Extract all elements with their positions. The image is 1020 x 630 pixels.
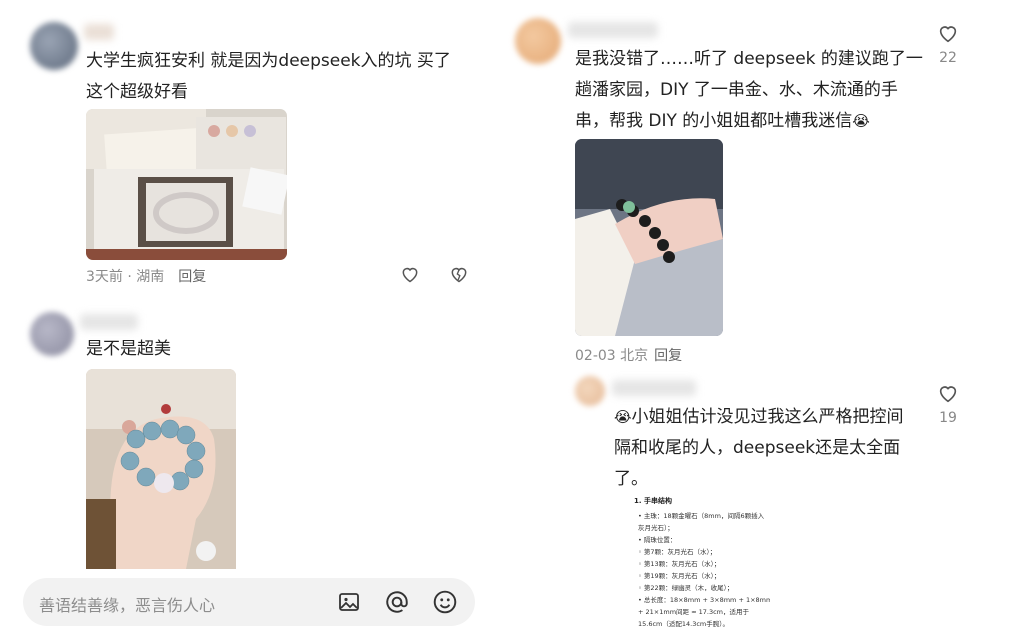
doc-line: 15.6cm（适配14.3cm手腕）。 — [638, 620, 730, 628]
comment-text: 😭小姐姐估计没见过我这么严格把控间 隔和收尾的人，deepseek还是太全面 了… — [614, 402, 904, 495]
username-blurred[interactable] — [568, 22, 658, 38]
blue-bracelet-hand-photo — [86, 369, 236, 569]
comment-photo[interactable] — [86, 369, 236, 569]
doc-line: ◦ 第13颗：灰月光石（水）； — [638, 560, 721, 568]
comment-text: 是不是超美 — [86, 334, 171, 365]
comment-document-image[interactable]: 1. 手串结构 • 主珠：18颗金曜石（8mm，间隔6颗插入 灰月光石）； • … — [610, 488, 770, 630]
username-blurred[interactable] — [84, 24, 114, 40]
avatar[interactable] — [515, 18, 561, 64]
like-widget[interactable]: 22 — [928, 22, 968, 66]
comment-text-line: 大学生疯狂安利 就是因为deepseek入的坑 买了 — [86, 51, 451, 71]
emoji-icon[interactable] — [432, 589, 458, 619]
comment-text-line: 隔和收尾的人，deepseek还是太全面 — [614, 438, 901, 458]
comment-text: 是我没错了……听了 deepseek 的建议跑了一 趟潘家园，DIY 了一串金、… — [575, 44, 923, 137]
doc-line: + 21×1mm间距 ≈ 17.3cm，适用于 — [638, 608, 749, 616]
comment-text-line: 趟潘家园，DIY 了一串金、水、木流通的手 — [575, 80, 898, 100]
avatar[interactable] — [575, 376, 605, 406]
heart-icon[interactable] — [936, 382, 960, 404]
avatar[interactable] — [30, 312, 74, 356]
comment-text-line: 小姐姐估计没见过我这么严格把控间 — [631, 407, 904, 427]
comment-input-bar[interactable]: 善语结善缘，恶言伤人心 — [23, 578, 475, 626]
username-blurred[interactable] — [612, 380, 696, 396]
comment-time-location: 02-03 北京 — [575, 348, 649, 364]
like-count: 19 — [939, 410, 957, 426]
comment-text-line: 串，帮我 DIY 的小姐姐都吐槽我迷信 — [575, 111, 853, 131]
doc-line: ◦ 第22颗：绿幽灵（木，收尾）； — [638, 584, 734, 592]
username-blurred[interactable] — [80, 314, 138, 330]
comment-photo[interactable] — [575, 139, 723, 336]
bracelet-gift-box-photo — [86, 109, 287, 260]
black-bracelet-wrist-photo — [575, 139, 723, 336]
comment-photo[interactable] — [86, 109, 287, 260]
like-widget[interactable]: 19 — [928, 382, 968, 426]
doc-title: 1. 手串结构 — [634, 497, 672, 505]
doc-line: ◦ 第7颗：灰月光石（水）； — [638, 548, 717, 556]
comment-text-line: 这个超级好看 — [86, 82, 188, 102]
reply-button[interactable]: 回复 — [178, 269, 206, 285]
heart-icon[interactable] — [936, 22, 960, 44]
crying-face-emoji: 😭 — [852, 112, 870, 130]
crying-face-emoji: 😭 — [614, 408, 632, 426]
doc-line: 灰月光石）； — [638, 524, 674, 532]
comment-input-placeholder[interactable]: 善语结善缘，恶言伤人心 — [39, 592, 215, 616]
at-icon[interactable] — [384, 589, 410, 619]
heart-icon[interactable] — [400, 264, 420, 288]
doc-line: • 隔珠位置： — [638, 536, 677, 544]
comment-text: 大学生疯狂安利 就是因为deepseek入的坑 买了 这个超级好看 — [86, 46, 451, 108]
comment-text-line: 是不是超美 — [86, 339, 171, 359]
image-icon[interactable] — [337, 590, 361, 618]
comment-meta: 3天前 · 湖南 回复 — [86, 266, 206, 286]
doc-line: • 总长度：18×8mm + 3×8mm + 1×8mm — [638, 596, 770, 604]
broken-heart-icon[interactable] — [449, 264, 469, 288]
reply-button[interactable]: 回复 — [654, 348, 682, 364]
comment-text-line: 是我没错了……听了 deepseek 的建议跑了一 — [575, 49, 923, 69]
doc-line: • 主珠：18颗金曜石（8mm，间隔6颗插入 — [638, 512, 765, 520]
comment-meta: 02-03 北京 回复 — [575, 345, 682, 365]
like-count: 22 — [939, 50, 957, 66]
doc-line: ◦ 第19颗：灰月光石（水）； — [638, 572, 721, 580]
avatar[interactable] — [30, 22, 78, 70]
comment-time-location: 3天前 · 湖南 — [86, 269, 165, 285]
